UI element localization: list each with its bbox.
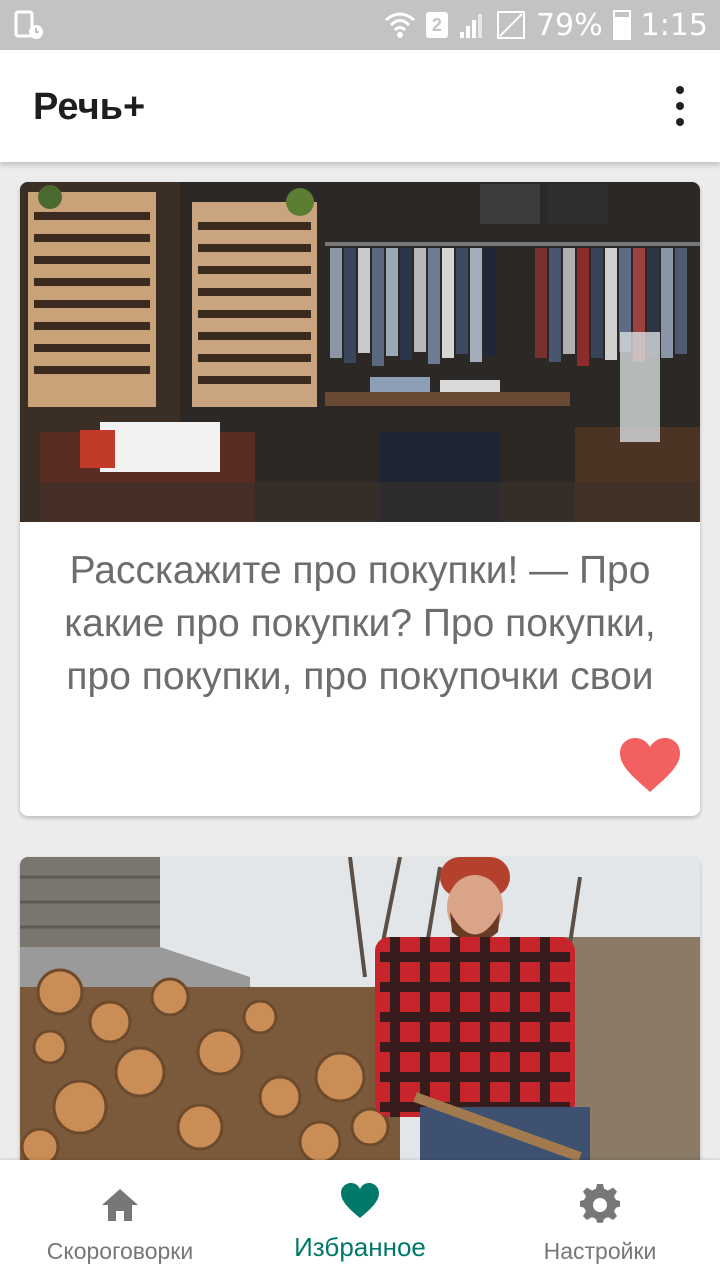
heart-icon (341, 1183, 379, 1218)
wifi-icon (384, 12, 415, 38)
battery-percent: 79% (535, 7, 603, 43)
no-signal-icon (496, 11, 525, 39)
tab-label: Скороговорки (46, 1238, 194, 1264)
battery-charging-icon (612, 10, 631, 40)
clothing-store-photo (20, 182, 700, 522)
clock: 1:15 (640, 7, 708, 43)
tab-label: Избранное (294, 1232, 426, 1262)
tab-settings[interactable]: Настройки (480, 1160, 720, 1280)
app-bar: Речь+ (0, 50, 720, 162)
signal-icon (459, 14, 482, 38)
more-vertical-icon[interactable] (668, 86, 692, 126)
app-title: Речь+ (33, 86, 146, 128)
tab-label: Настройки (543, 1238, 657, 1264)
sim-icon: 2 (425, 12, 448, 38)
gear-icon (580, 1184, 620, 1223)
tab-favorites[interactable]: Избранное (240, 1160, 480, 1280)
tab-tongue-twisters[interactable]: Скороговорки (0, 1160, 240, 1280)
storage-clock-icon (14, 10, 43, 39)
bottom-navigation: Скороговорки Избранное Настройки (0, 1160, 720, 1280)
tongue-twister-card[interactable] (20, 857, 700, 1160)
heart-icon[interactable] (618, 736, 682, 794)
status-bar: 2 79% 1:15 (0, 0, 720, 50)
tongue-twister-card[interactable]: Расскажите про покупки! — Про какие про … (20, 182, 700, 816)
home-icon (102, 1189, 138, 1221)
tongue-twister-text: Расскажите про покупки! — Про какие про … (64, 549, 656, 698)
favorites-feed[interactable]: Расскажите про покупки! — Про какие про … (0, 162, 720, 1160)
lumberjack-firewood-photo (20, 857, 700, 1160)
